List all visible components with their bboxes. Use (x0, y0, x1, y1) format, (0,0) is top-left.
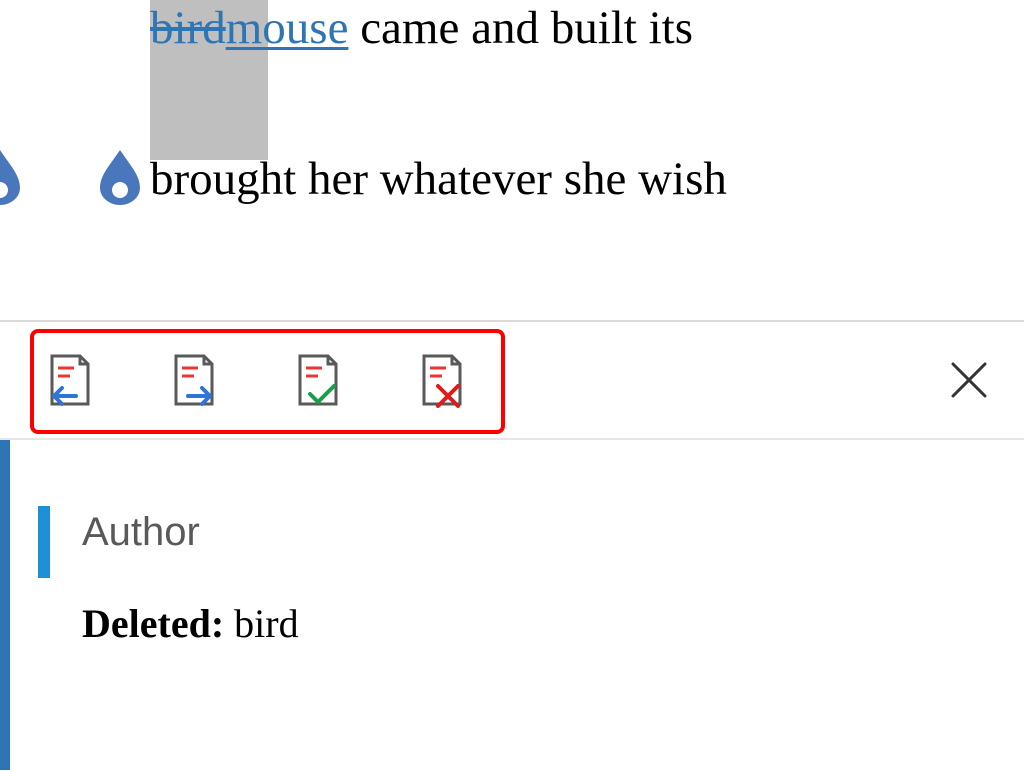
previous-change-button[interactable] (40, 350, 100, 410)
change-author: Author (82, 510, 1024, 555)
review-toolbar (0, 320, 1024, 440)
inserted-text[interactable]: mouse (226, 2, 349, 54)
selection-handle-right[interactable] (100, 150, 140, 205)
reject-change-button[interactable] (412, 350, 472, 410)
deleted-text[interactable]: bird (150, 2, 226, 54)
change-value: bird (224, 601, 298, 646)
close-button[interactable] (944, 355, 994, 405)
selection-handle-left[interactable] (0, 150, 20, 205)
change-detail-pane: Author Deleted: bird (0, 440, 1024, 770)
change-indicator-bar (38, 506, 50, 578)
change-type-label: Deleted: (82, 601, 224, 646)
document-line-1[interactable]: birdmouse came and built its (150, 0, 1024, 56)
change-description: Deleted: bird (82, 600, 1024, 647)
next-change-button[interactable] (164, 350, 224, 410)
document-line-2[interactable]: brought her whatever she wish (150, 151, 1024, 207)
line1-remainder[interactable]: came and built its (348, 2, 693, 54)
document-content[interactable]: birdmouse came and built its brought her… (0, 0, 1024, 208)
accept-change-button[interactable] (288, 350, 348, 410)
